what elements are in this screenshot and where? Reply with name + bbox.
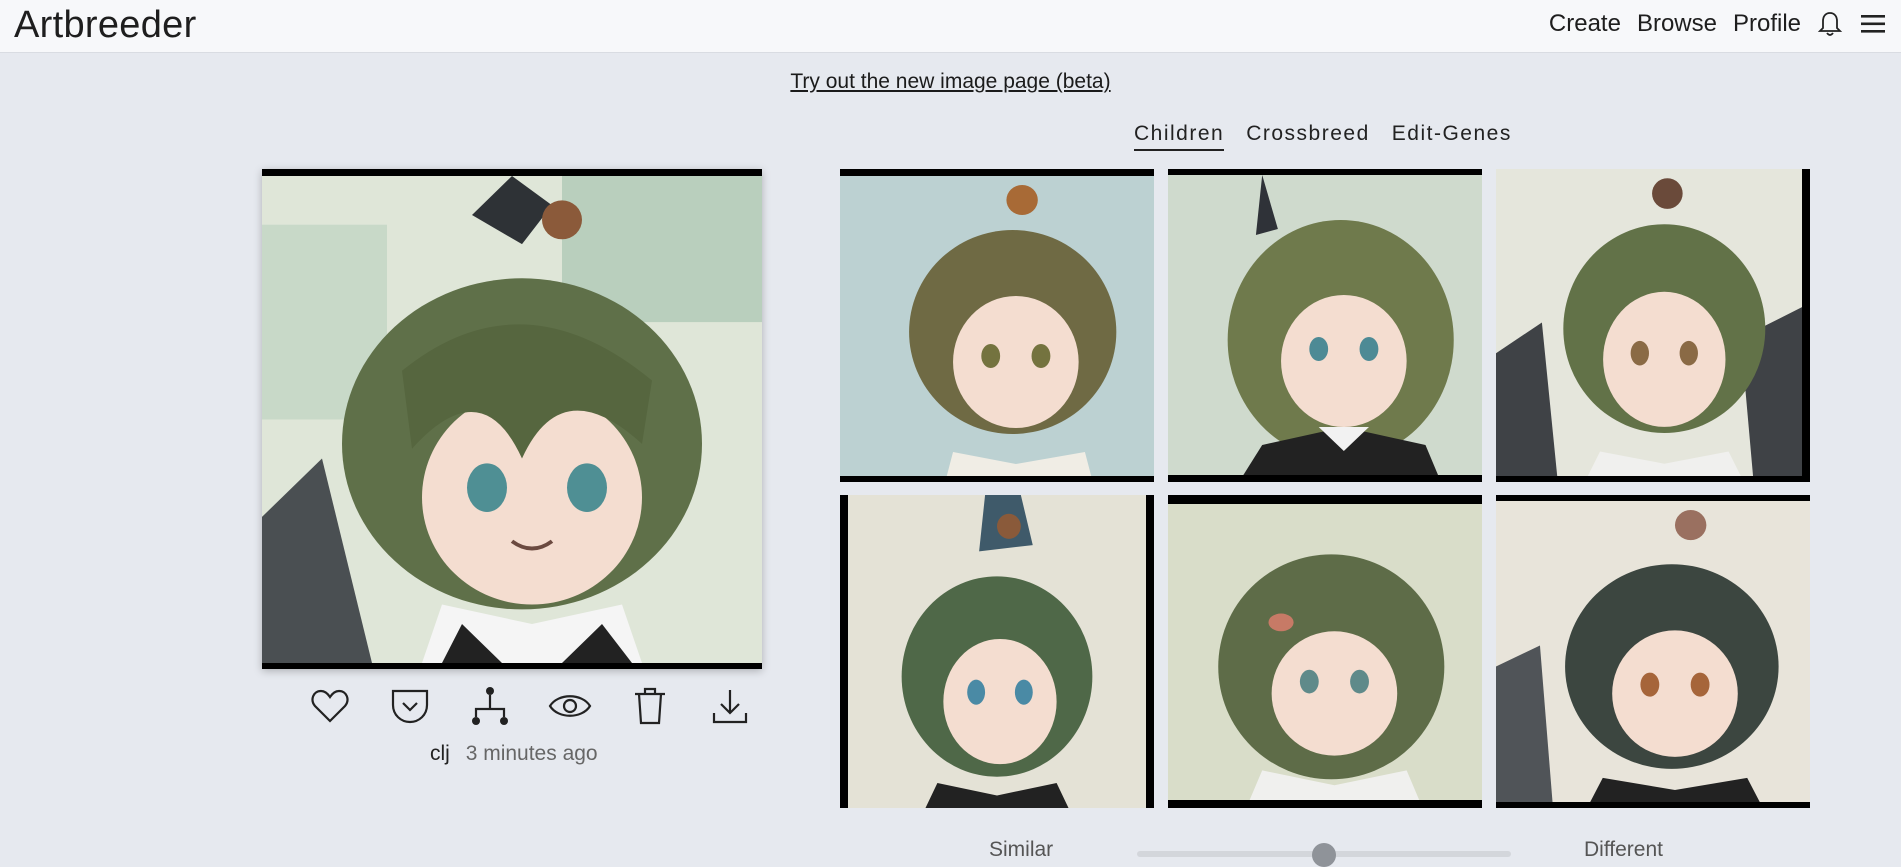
slider-label-similar: Similar [989, 838, 1054, 861]
child-illustration [1168, 175, 1482, 475]
save-icon[interactable] [388, 684, 432, 728]
bell-icon[interactable] [1817, 10, 1843, 38]
download-icon[interactable] [708, 684, 752, 728]
slider-label-different: Different [1584, 838, 1663, 861]
child-illustration [840, 176, 1154, 476]
child-illustration [848, 495, 1146, 808]
child-illustration [1496, 169, 1802, 476]
beta-link[interactable]: Try out the new image page (beta) [790, 70, 1110, 93]
child-illustration [1168, 504, 1482, 800]
nav-links: Create Browse Profile [1549, 0, 1887, 48]
mode-tabs: Children Crossbreed Edit-Genes [1134, 122, 1512, 151]
tab-crossbreed[interactable]: Crossbreed [1246, 122, 1370, 151]
child-image[interactable] [840, 169, 1154, 482]
child-illustration [1496, 501, 1810, 802]
similarity-slider-row: Similar Different [0, 836, 1901, 867]
artbreeder-logo[interactable]: Artbreeder [14, 2, 197, 48]
nav-create[interactable]: Create [1549, 10, 1621, 38]
child-image[interactable] [1168, 495, 1482, 808]
image-actions [308, 684, 752, 728]
trash-icon[interactable] [628, 684, 672, 728]
child-image[interactable] [840, 495, 1154, 808]
child-image[interactable] [1168, 169, 1482, 482]
eye-icon[interactable] [548, 684, 592, 728]
tab-children[interactable]: Children [1134, 122, 1225, 151]
family-tree-icon[interactable] [468, 684, 512, 728]
tab-edit-genes[interactable]: Edit-Genes [1392, 122, 1512, 151]
image-meta: clj 3 minutes ago [430, 742, 598, 766]
author-name[interactable]: clj [430, 742, 450, 765]
menu-icon[interactable] [1859, 12, 1887, 36]
beta-banner: Try out the new image page (beta) [0, 70, 1901, 94]
timestamp: 3 minutes ago [465, 742, 598, 765]
heart-icon[interactable] [308, 684, 352, 728]
nav-profile[interactable]: Profile [1733, 10, 1801, 38]
nav-browse[interactable]: Browse [1637, 10, 1717, 38]
portrait-illustration [262, 176, 762, 663]
main-image[interactable] [262, 169, 762, 669]
child-image[interactable] [1496, 169, 1810, 482]
child-image[interactable] [1496, 495, 1810, 808]
top-navbar: Artbreeder Create Browse Profile [0, 0, 1901, 53]
similarity-slider[interactable] [1137, 843, 1511, 867]
slider-knob[interactable] [1312, 843, 1336, 867]
